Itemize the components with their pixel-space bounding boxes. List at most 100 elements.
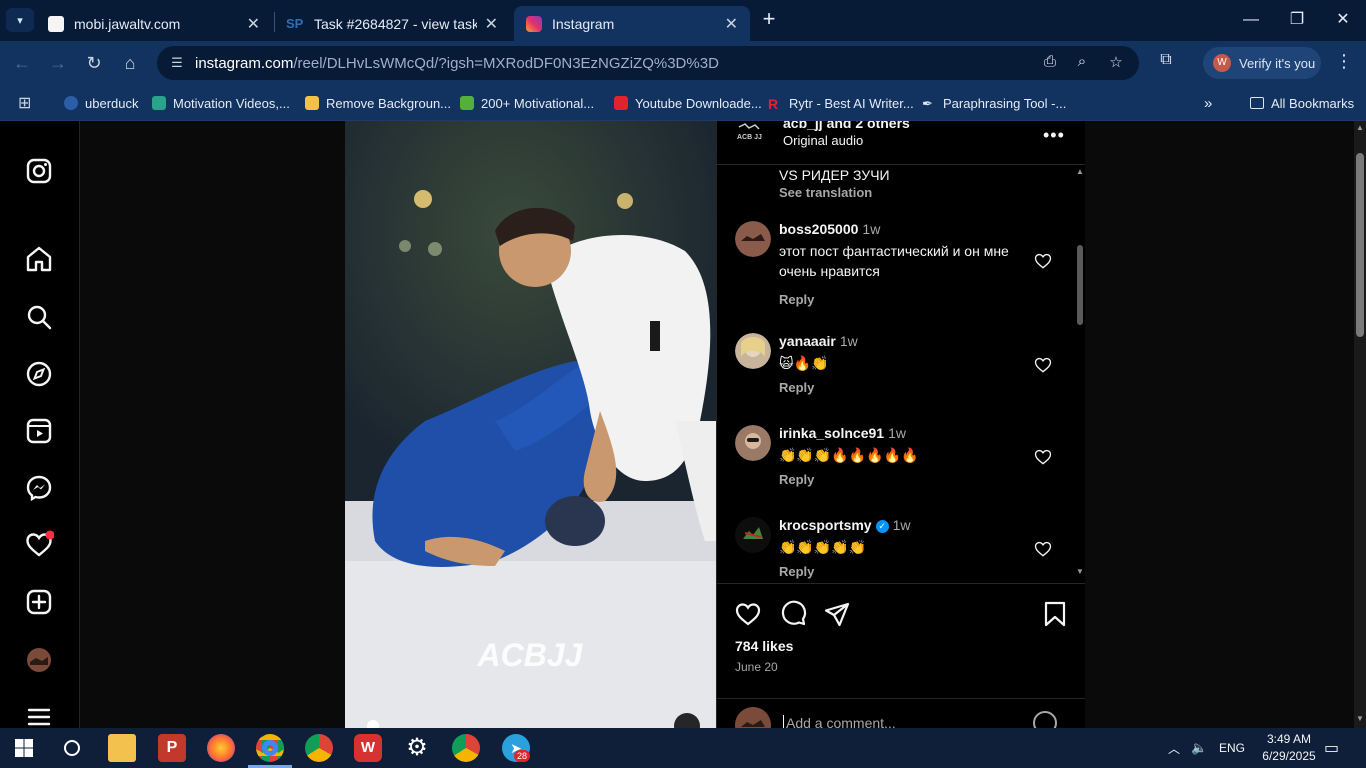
forward-button[interactable]: → bbox=[46, 51, 70, 75]
reply-button[interactable]: Reply bbox=[779, 472, 814, 487]
like-comment-heart-icon[interactable] bbox=[1033, 539, 1053, 559]
page-scroll-up-icon[interactable]: ▲ bbox=[1355, 123, 1365, 132]
windows-start-icon[interactable] bbox=[10, 734, 38, 762]
comment-username[interactable]: boss205000 bbox=[779, 221, 858, 237]
instagram-logo-icon[interactable] bbox=[24, 156, 54, 186]
bookmark-motivational[interactable]: 200+ Motivational... bbox=[460, 92, 594, 114]
notifications-center-icon[interactable]: ▭ bbox=[1324, 728, 1339, 768]
commenter-avatar[interactable] bbox=[735, 221, 771, 257]
chrome-secondary-icon[interactable] bbox=[452, 734, 480, 762]
comment-time[interactable]: 1w bbox=[893, 517, 911, 533]
comment-author[interactable]: boss205000 1w bbox=[779, 221, 880, 237]
extensions-icon[interactable]: ⧉ bbox=[1154, 51, 1178, 75]
reply-button[interactable]: Reply bbox=[779, 292, 814, 307]
scroll-up-arrow-icon[interactable]: ▲ bbox=[1076, 167, 1084, 176]
reels-icon[interactable] bbox=[24, 416, 54, 446]
commenter-avatar[interactable] bbox=[735, 517, 771, 553]
like-comment-heart-icon[interactable] bbox=[1033, 447, 1053, 467]
bookmark-rytr[interactable]: R Rytr - Best AI Writer... bbox=[768, 92, 914, 114]
share-send-icon[interactable] bbox=[823, 600, 851, 628]
all-bookmarks-folder[interactable]: All Bookmarks bbox=[1250, 92, 1354, 114]
original-audio-link[interactable]: Original audio bbox=[783, 133, 863, 148]
home-icon[interactable] bbox=[24, 244, 54, 274]
commenter-avatar[interactable] bbox=[735, 425, 771, 461]
close-window-button[interactable]: ✕ bbox=[1328, 8, 1358, 32]
comments-scrollbar[interactable]: ▲ ▼ bbox=[1075, 165, 1085, 583]
home-button[interactable]: ⌂ bbox=[118, 51, 142, 75]
search-icon[interactable] bbox=[24, 302, 54, 332]
reel-video[interactable]: ACBJJ bbox=[345, 121, 716, 728]
comment-author[interactable]: yanaaair 1w bbox=[779, 333, 858, 349]
more-bookmarks-chevron-icon[interactable]: » bbox=[1204, 92, 1212, 114]
page-scroll-thumb[interactable] bbox=[1356, 153, 1364, 337]
bookmark-uberduck[interactable]: uberduck bbox=[64, 92, 138, 114]
comment-time[interactable]: 1w bbox=[862, 221, 880, 237]
like-comment-heart-icon[interactable] bbox=[1033, 355, 1053, 375]
explore-icon[interactable] bbox=[24, 359, 54, 389]
bookmark-paraphrasing-tool[interactable]: ✒ Paraphrasing Tool -... bbox=[922, 92, 1066, 114]
wps-pdf-icon[interactable]: P bbox=[158, 734, 186, 762]
bookmark-star-icon[interactable]: ☆ bbox=[1105, 53, 1127, 73]
more-menu-icon[interactable] bbox=[24, 702, 54, 728]
add-comment-input[interactable] bbox=[783, 715, 1023, 728]
tab-search-button[interactable]: ▾ bbox=[6, 8, 34, 32]
like-heart-icon[interactable] bbox=[734, 600, 762, 628]
likes-count[interactable]: 784 likes bbox=[735, 638, 793, 654]
comments-list[interactable]: VS РИДЕР ЗУЧИ See translation boss205000… bbox=[717, 165, 1085, 583]
tab-mobi-jawaltv[interactable]: mobi.jawaltv.com ✕ bbox=[36, 6, 272, 41]
comment-time[interactable]: 1w bbox=[888, 425, 906, 441]
post-author-link[interactable]: acb_jj and 2 others bbox=[783, 121, 910, 131]
system-clock[interactable]: 3:49 AM 6/29/2025 bbox=[1254, 731, 1324, 765]
page-scrollbar[interactable]: ▲ ▼ bbox=[1354, 121, 1366, 728]
firefox-icon[interactable] bbox=[207, 734, 235, 762]
back-button[interactable]: ← bbox=[10, 51, 34, 75]
close-tab-icon[interactable]: ✕ bbox=[725, 14, 738, 34]
post-date[interactable]: June 20 bbox=[735, 660, 778, 674]
volume-icon[interactable]: 🔈 bbox=[1191, 728, 1207, 768]
verify-profile-button[interactable]: W Verify it's you bbox=[1203, 47, 1321, 79]
reply-button[interactable]: Reply bbox=[779, 380, 814, 395]
wps-office-icon[interactable]: W bbox=[354, 734, 382, 762]
bookmark-youtube-downloader[interactable]: Youtube Downloade... bbox=[614, 92, 762, 114]
comment-username[interactable]: yanaaair bbox=[779, 333, 836, 349]
search-circle-icon[interactable] bbox=[58, 734, 86, 762]
like-comment-heart-icon[interactable] bbox=[1033, 251, 1053, 271]
install-app-icon[interactable]: ⎙ bbox=[1039, 53, 1061, 73]
input-language-indicator[interactable]: ENG bbox=[1219, 728, 1245, 768]
url-text[interactable]: instagram.com/reel/DLHvLsWMcQd/?igsh=MXR… bbox=[195, 55, 719, 72]
messenger-icon[interactable] bbox=[24, 473, 54, 503]
apps-grid-icon[interactable]: ⊞ bbox=[18, 92, 31, 114]
tray-overflow-chevron-icon[interactable]: ︿ bbox=[1168, 728, 1180, 768]
restore-button[interactable]: ❐ bbox=[1282, 8, 1312, 32]
new-tab-button[interactable]: + bbox=[758, 8, 780, 32]
comment-author[interactable]: krocsportsmy ✓ 1w bbox=[779, 517, 911, 533]
tab-instagram[interactable]: Instagram ✕ bbox=[514, 6, 750, 41]
reply-button[interactable]: Reply bbox=[779, 564, 814, 579]
address-bar[interactable]: ☰ instagram.com/reel/DLHvLsWMcQd/?igsh=M… bbox=[157, 46, 1139, 80]
comment-username[interactable]: irinka_solnce91 bbox=[779, 425, 884, 441]
comments-scroll-thumb[interactable] bbox=[1077, 245, 1083, 325]
tab-task[interactable]: SP Task #2684827 - view task ✕ bbox=[274, 6, 510, 41]
page-scroll-down-icon[interactable]: ▼ bbox=[1355, 714, 1365, 723]
scroll-down-arrow-icon[interactable]: ▼ bbox=[1076, 567, 1084, 576]
bookmark-motivation-videos[interactable]: Motivation Videos,... bbox=[152, 92, 290, 114]
chrome-icon[interactable] bbox=[305, 734, 333, 762]
profile-avatar-icon[interactable] bbox=[24, 645, 54, 675]
create-post-icon[interactable] bbox=[24, 587, 54, 617]
browser-menu-icon[interactable]: ⋮ bbox=[1334, 51, 1354, 75]
close-tab-icon[interactable]: ✕ bbox=[247, 14, 260, 34]
commenter-avatar[interactable] bbox=[735, 333, 771, 369]
reload-button[interactable]: ↻ bbox=[82, 51, 106, 75]
see-translation-link[interactable]: See translation bbox=[779, 185, 872, 200]
notifications-heart-icon[interactable] bbox=[24, 530, 54, 560]
file-explorer-icon[interactable] bbox=[108, 734, 136, 762]
close-tab-icon[interactable]: ✕ bbox=[485, 14, 498, 34]
comment-time[interactable]: 1w bbox=[840, 333, 858, 349]
emoji-picker-icon[interactable] bbox=[1033, 711, 1057, 728]
comment-bubble-icon[interactable] bbox=[779, 600, 807, 628]
save-bookmark-icon[interactable] bbox=[1041, 600, 1069, 628]
chrome-profile-icon[interactable] bbox=[256, 734, 284, 762]
minimize-button[interactable]: — bbox=[1236, 8, 1266, 32]
more-options-icon[interactable]: ••• bbox=[1043, 125, 1065, 146]
comment-author[interactable]: irinka_solnce91 1w bbox=[779, 425, 906, 441]
